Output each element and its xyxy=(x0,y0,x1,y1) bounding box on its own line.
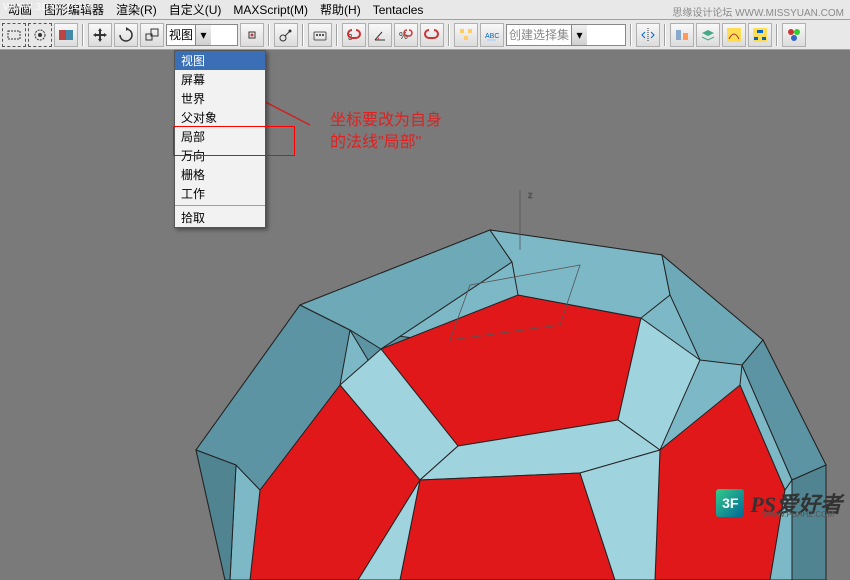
curve-editor-icon[interactable] xyxy=(722,23,746,47)
watermark-badge: 3F xyxy=(716,489,744,517)
svg-text:z: z xyxy=(528,190,533,200)
edit-named-sel-icon[interactable] xyxy=(454,23,478,47)
angle-snap-icon[interactable] xyxy=(368,23,392,47)
annotation-line2: 的法线"局部" xyxy=(330,132,442,154)
watermark-top-right: 思缘设计论坛 WWW.MISSYUAN.COM xyxy=(672,4,844,19)
dropdown-separator xyxy=(175,205,265,206)
manipulate-icon[interactable] xyxy=(274,23,298,47)
menu-maxscript[interactable]: MAXScript(M) xyxy=(227,1,314,19)
abc-icon[interactable]: ABC xyxy=(480,23,504,47)
dropdown-item-local-label: 局部 xyxy=(181,130,205,144)
main-toolbar: 视图 ▾ 3 % ABC 创建选择集 ▾ xyxy=(0,20,850,50)
dropdown-item-pick[interactable]: 拾取 xyxy=(175,208,265,227)
watermark-url: WWW.PSAHZ.COM xyxy=(762,510,834,519)
dropdown-item-parent[interactable]: 父对象 xyxy=(175,108,265,127)
svg-text:ABC: ABC xyxy=(485,33,499,40)
named-selection-input[interactable]: 创建选择集 ▾ xyxy=(506,24,626,46)
dropdown-item-gimbal[interactable]: 万向 xyxy=(175,146,265,165)
select-rect-icon[interactable] xyxy=(2,23,26,47)
watermark-bottom-right: 3F PS爱好者 WWW.PSAHZ.COM xyxy=(716,487,842,519)
separator xyxy=(630,24,632,46)
annotation-line1: 坐标要改为自身 xyxy=(330,110,442,132)
separator xyxy=(448,24,450,46)
schematic-view-icon[interactable] xyxy=(748,23,772,47)
dropdown-item-world[interactable]: 世界 xyxy=(175,89,265,108)
dropdown-item-grid[interactable]: 栅格 xyxy=(175,165,265,184)
separator xyxy=(776,24,778,46)
percent-snap-icon[interactable]: % xyxy=(394,23,418,47)
chevron-down-icon: ▾ xyxy=(195,25,211,45)
align-icon[interactable] xyxy=(670,23,694,47)
annotation-text: 坐标要改为自身 的法线"局部" xyxy=(330,110,442,155)
dropdown-item-screen[interactable]: 屏幕 xyxy=(175,70,265,89)
keyboard-shortcut-icon[interactable] xyxy=(308,23,332,47)
mirror-icon[interactable] xyxy=(636,23,660,47)
separator xyxy=(336,24,338,46)
reference-coord-dropdown[interactable]: 视图 ▾ xyxy=(166,24,238,46)
select-circle-icon[interactable] xyxy=(28,23,52,47)
pivot-center-icon[interactable] xyxy=(240,23,264,47)
chevron-down-icon: ▾ xyxy=(571,25,587,45)
dropdown-item-local[interactable]: 局部 xyxy=(175,127,265,146)
menu-graph-editor[interactable]: 图形编辑器 xyxy=(38,0,110,20)
move-icon[interactable] xyxy=(88,23,112,47)
scale-icon[interactable] xyxy=(140,23,164,47)
menu-help[interactable]: 帮助(H) xyxy=(314,0,367,20)
separator xyxy=(302,24,304,46)
snap-toggle-icon[interactable]: 3 xyxy=(342,23,366,47)
window-crossing-icon[interactable] xyxy=(54,23,78,47)
separator xyxy=(82,24,84,46)
menu-animation[interactable]: 动画 xyxy=(2,0,38,20)
ref-coord-value: 视图 xyxy=(169,26,193,43)
material-editor-icon[interactable] xyxy=(782,23,806,47)
menu-render[interactable]: 渲染(R) xyxy=(110,0,163,20)
menu-tentacles[interactable]: Tentacles xyxy=(367,1,430,19)
separator xyxy=(268,24,270,46)
layer-manager-icon[interactable] xyxy=(696,23,720,47)
named-sel-placeholder: 创建选择集 xyxy=(509,26,569,43)
rotate-icon[interactable] xyxy=(114,23,138,47)
ref-coord-dropdown-list: 视图 屏幕 世界 父对象 局部 万向 栅格 工作 拾取 xyxy=(174,50,266,228)
separator xyxy=(664,24,666,46)
geometry-3d: z xyxy=(130,190,850,580)
dropdown-item-view[interactable]: 视图 xyxy=(175,51,265,70)
menu-customize[interactable]: 自定义(U) xyxy=(163,0,228,20)
dropdown-item-working[interactable]: 工作 xyxy=(175,184,265,203)
spinner-snap-icon[interactable] xyxy=(420,23,444,47)
